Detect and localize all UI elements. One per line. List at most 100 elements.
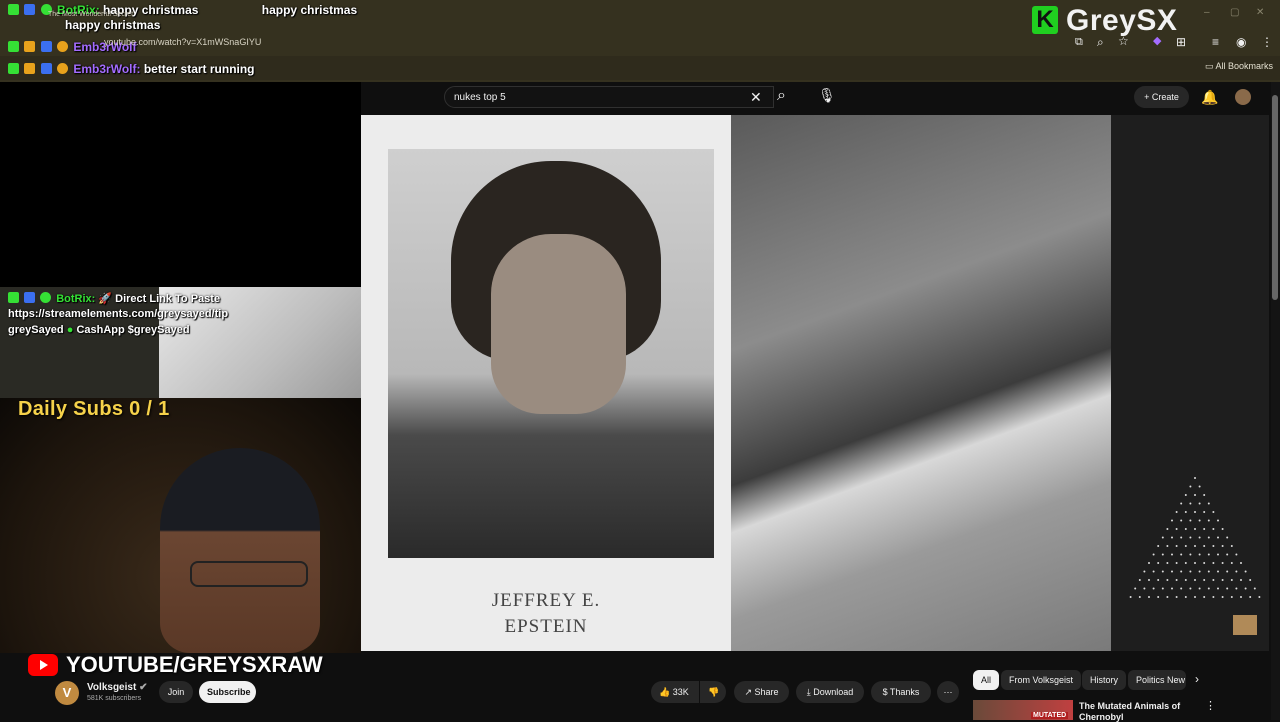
chip-history[interactable]: History [1082,670,1127,690]
plinko-peg [1143,570,1146,573]
plinko-peg [1166,579,1169,581]
plinko-peg [1184,545,1187,547]
folder-icon: ▭ [1205,61,1214,71]
plinko-peg [1203,545,1206,547]
plinko-peg [1198,587,1201,590]
address-bar-url[interactable]: youtube.com/watch?v=X1mWSnaGIYU [104,37,261,47]
share-button[interactable]: ↗ Share [734,681,789,703]
maximize-icon[interactable]: ▢ [1230,8,1239,18]
plinko-peg [1207,502,1210,505]
profile-icon[interactable]: ◉ [1236,36,1246,48]
chat-message: better start running [143,62,255,76]
recommended-menu-icon[interactable]: ⋮ [1205,701,1216,712]
like-button[interactable]: 👍 33K [651,681,699,703]
download-icon: ⤓ [806,687,811,697]
bookmark-star-icon[interactable]: ☆ [1118,35,1129,47]
aerial-coastline-photo [731,115,1111,651]
microphone-icon[interactable]: 🎙 [818,88,836,102]
plinko-peg [1166,528,1169,530]
close-window-icon[interactable]: ✕ [1256,8,1264,18]
plinko-peg [1134,587,1137,590]
share-label: Share [754,687,779,697]
thanks-button[interactable]: $ Thanks [871,681,931,703]
v-watermark-icon [1233,615,1257,635]
crown-badge-icon [24,41,36,52]
recommended-title-line2[interactable]: Chernobyl [1079,712,1124,722]
plinko-peg [1157,562,1160,564]
plinko-peg [1180,502,1183,505]
crown-badge-icon [24,63,36,74]
plinko-peg [1226,587,1229,590]
kick-logo-icon: K [1032,6,1058,34]
coin-badge-icon [57,41,69,52]
plinko-peg [1198,553,1201,556]
media-control-icon[interactable]: ≡ [1212,36,1219,48]
chevron-right-icon[interactable]: › [1195,673,1199,685]
chip-all[interactable]: All [973,670,1000,690]
channel-avatar[interactable]: V [55,681,79,705]
plinko-peg [1194,545,1196,547]
tip-link[interactable]: https://streamelements.com/greysayed/tip [8,308,228,320]
create-button[interactable]: + Create [1134,86,1189,108]
extensions-puzzle-icon[interactable]: ⊞ [1176,36,1186,48]
join-button[interactable]: Join [159,681,193,703]
plinko-peg [1207,570,1210,573]
dislike-button[interactable]: 👎 [700,681,726,703]
plinko-peg [1253,587,1256,590]
chip-from-volksgeist[interactable]: From Volksgeist [1001,670,1082,690]
plinko-peg [1207,519,1210,522]
plinko-peg [1171,519,1173,522]
yearbook-caption-line1: JEFFREY E. [491,590,601,611]
plinko-peg [1198,536,1201,539]
verified-badge-icon [40,292,52,303]
streamer-figure [160,448,320,653]
plinko-peg [1207,587,1210,590]
plinko-peg [1184,562,1187,564]
plinko-peg [1240,596,1242,598]
search-icon[interactable]: ⌕ [777,88,786,104]
plinko-peg [1235,553,1238,556]
zoom-icon[interactable]: ⌕ [1097,36,1104,48]
plinko-peg [1203,511,1206,513]
plinko-peg [1166,596,1169,598]
chat-user: Emb3rWolf: [73,62,141,76]
plinko-peg [1203,596,1206,598]
plinko-peg [1249,579,1252,581]
download-button[interactable]: ⤓ Download [796,681,864,703]
recommended-thumbnail[interactable]: MUTATED [973,700,1073,720]
plinko-peg [1212,562,1215,564]
recommended-title[interactable]: The Mutated Animals of [1079,701,1180,711]
plinko-peg [1203,579,1206,581]
subscribe-button[interactable]: Subscribe [199,681,256,703]
mod-badge-icon [40,63,52,74]
search-query: nukes top 5 [454,92,506,103]
chat-line-1b: happy christmas [65,18,160,32]
portrait-face [491,234,626,414]
clear-search-icon[interactable]: ✕ [750,90,762,104]
chat-message: Direct Link To Paste [115,293,221,305]
extension-icon[interactable]: ◆ [1153,36,1161,47]
notifications-bell-icon[interactable]: 🔔 [1201,90,1218,104]
thanks-label: Thanks [889,687,920,697]
plinko-peg [1184,579,1187,581]
all-bookmarks[interactable]: ▭ All Bookmarks [1205,61,1273,72]
scrollbar-thumb[interactable] [1272,95,1278,300]
minimize-icon[interactable]: – [1204,8,1210,18]
more-actions-button[interactable]: ⋯ [937,681,959,703]
cashapp-icon: ● [66,324,74,336]
account-avatar[interactable] [1235,89,1251,105]
cast-icon[interactable]: ⧉ [1075,37,1083,48]
channel-name-row[interactable]: Volksgeist ✔ [87,682,147,693]
k-badge-icon [8,63,19,74]
mod-badge-icon [40,41,52,52]
yearbook-caption-line2: EPSTEIN [504,616,588,637]
plinko-peg [1244,570,1247,573]
create-label: Create [1151,92,1179,102]
menu-kebab-icon[interactable]: ⋮ [1261,36,1273,48]
plinko-peg [1148,562,1150,564]
plinko-peg [1217,519,1219,522]
mod-badge-icon [24,292,36,303]
chat-line-3: Emb3rWolf: better start running [8,62,255,76]
chip-politics-new[interactable]: Politics New [1128,670,1186,690]
plinko-peg [1212,528,1215,530]
